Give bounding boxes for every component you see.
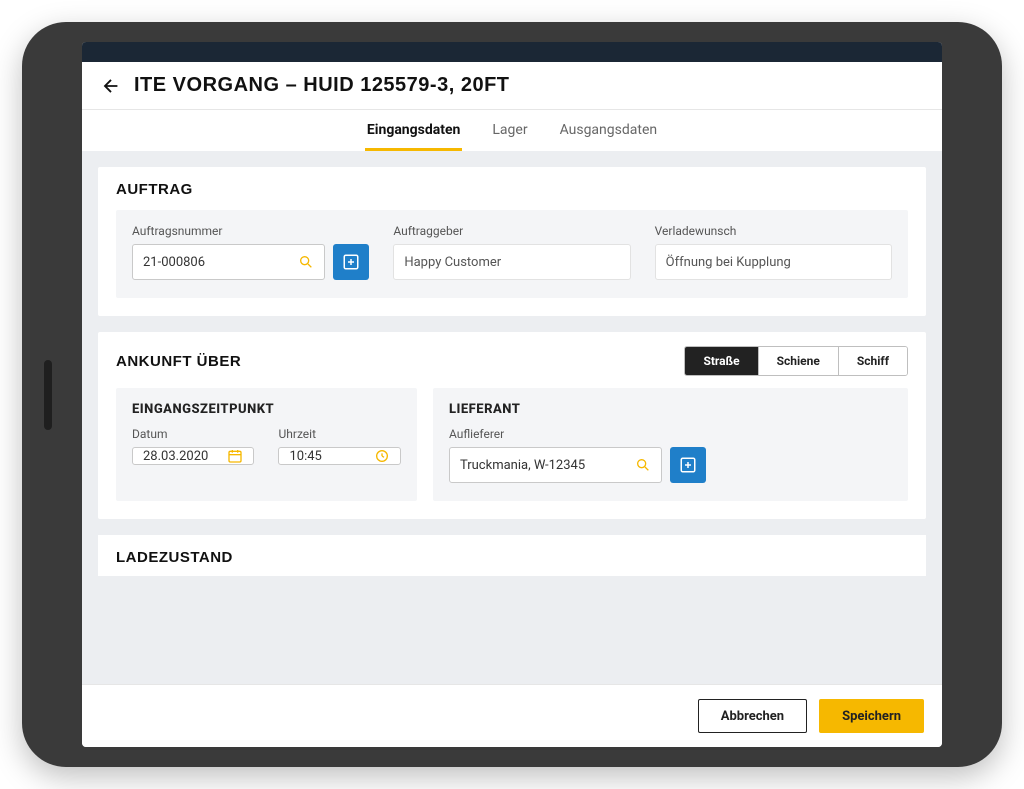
- search-icon[interactable]: [298, 254, 314, 270]
- status-bar: [82, 42, 942, 62]
- input-uhrzeit[interactable]: 10:45: [278, 447, 400, 465]
- cancel-button[interactable]: Abbrechen: [698, 699, 807, 733]
- input-datum[interactable]: 28.03.2020: [132, 447, 254, 465]
- label-datum: Datum: [132, 427, 254, 441]
- title-bar: ITE Vorgang – HUID 125579-3, 20ft: [82, 62, 942, 109]
- value-auflieferer: Truckmania, W-12345: [460, 458, 585, 473]
- content-area: Auftrag Auftragsnummer 21-000806: [82, 151, 942, 684]
- input-verladewunsch: Öffnung bei Kupplung: [655, 244, 892, 280]
- plus-box-icon: [679, 456, 697, 474]
- section-title-ankunft: Ankunft über: [116, 353, 241, 370]
- input-auftragsnummer[interactable]: 21-000806: [132, 244, 325, 280]
- segment-strasse[interactable]: Straße: [685, 347, 757, 375]
- tab-lager[interactable]: Lager: [490, 110, 529, 151]
- screen: ITE Vorgang – HUID 125579-3, 20ft Eingan…: [82, 42, 942, 747]
- section-title-ladezustand: Ladezustand: [116, 549, 908, 566]
- footer-actions: Abbrechen Speichern: [82, 684, 942, 747]
- clock-icon[interactable]: [374, 448, 390, 464]
- tabs: Eingangsdaten Lager Ausgangsdaten: [82, 109, 942, 151]
- value-verladewunsch: Öffnung bei Kupplung: [666, 255, 791, 270]
- label-auftragsnummer: Auftragsnummer: [132, 224, 369, 238]
- value-auftraggeber: Happy Customer: [404, 255, 501, 270]
- tab-eingangsdaten[interactable]: Eingangsdaten: [365, 110, 462, 151]
- subtitle-eingangszeitpunkt: Eingangszeitpunkt: [132, 402, 401, 417]
- calendar-icon[interactable]: [227, 448, 243, 464]
- plus-box-icon: [342, 253, 360, 271]
- arrow-left-icon: [100, 75, 122, 97]
- label-auftraggeber: Auftraggeber: [393, 224, 630, 238]
- back-button[interactable]: [100, 75, 122, 97]
- save-button[interactable]: Speichern: [819, 699, 924, 733]
- segment-ankunft-mode: Straße Schiene Schiff: [684, 346, 908, 376]
- section-ladezustand: Ladezustand: [98, 535, 926, 576]
- input-auftraggeber: Happy Customer: [393, 244, 630, 280]
- home-button[interactable]: [44, 360, 52, 430]
- label-uhrzeit: Uhrzeit: [278, 427, 400, 441]
- value-datum: 28.03.2020: [143, 449, 208, 464]
- tablet-frame: ITE Vorgang – HUID 125579-3, 20ft Eingan…: [22, 22, 1002, 767]
- add-auftrag-button[interactable]: [333, 244, 369, 280]
- search-icon[interactable]: [635, 457, 651, 473]
- label-auflieferer: Auflieferer: [449, 427, 706, 441]
- label-verladewunsch: Verladewunsch: [655, 224, 892, 238]
- page-title: ITE Vorgang – HUID 125579-3, 20ft: [134, 74, 510, 97]
- subtitle-lieferant: Lieferant: [449, 402, 892, 417]
- segment-schiene[interactable]: Schiene: [758, 347, 838, 375]
- section-ankunft: Ankunft über Straße Schiene Schiff Einga…: [98, 332, 926, 519]
- add-auflieferer-button[interactable]: [670, 447, 706, 483]
- value-uhrzeit: 10:45: [289, 449, 321, 464]
- segment-schiff[interactable]: Schiff: [838, 347, 907, 375]
- value-auftragsnummer: 21-000806: [143, 255, 205, 270]
- section-auftrag: Auftrag Auftragsnummer 21-000806: [98, 167, 926, 316]
- tab-ausgangsdaten[interactable]: Ausgangsdaten: [558, 110, 660, 151]
- input-auflieferer[interactable]: Truckmania, W-12345: [449, 447, 662, 483]
- section-title-auftrag: Auftrag: [116, 181, 193, 198]
